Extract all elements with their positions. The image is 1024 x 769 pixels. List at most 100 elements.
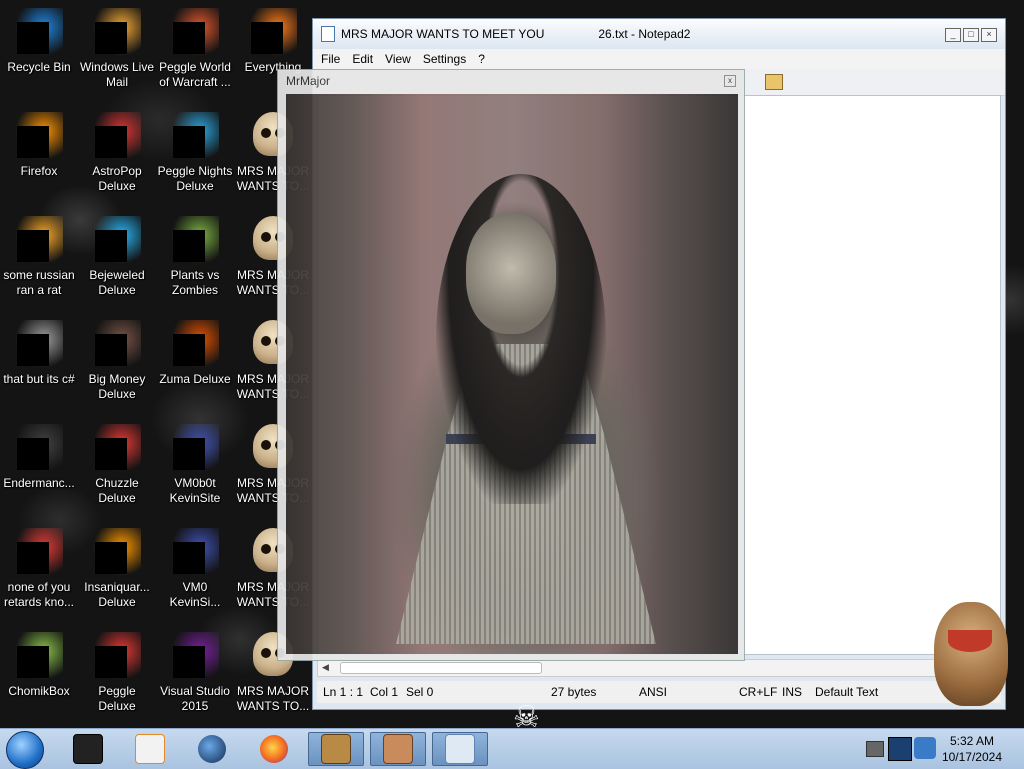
redacted-icon <box>17 646 49 678</box>
desktop-icon[interactable]: ChomikBox <box>0 626 78 699</box>
mrmajor-close-button[interactable]: x <box>724 75 736 87</box>
taskbar-app-firefox[interactable] <box>246 732 302 766</box>
desktop-icon-image <box>171 112 219 160</box>
doll-photo <box>286 94 738 654</box>
exit-icon[interactable] <box>765 74 783 90</box>
minimize-button[interactable]: _ <box>945 28 961 42</box>
desktop-icon[interactable]: Peggle Nights Deluxe <box>156 106 234 194</box>
notepad-icon <box>445 734 475 764</box>
doll-face <box>466 214 556 334</box>
desktop-icon[interactable]: Windows Live Mail <box>78 2 156 90</box>
desktop-icon-image <box>171 528 219 576</box>
redacted-icon <box>173 126 205 158</box>
redacted-icon <box>173 334 205 366</box>
clock[interactable]: 5:32 AM 10/17/2024 <box>942 733 1002 765</box>
desktop-icon[interactable]: none of you retards kno... <box>0 522 78 610</box>
desktop-icon-image <box>171 8 219 56</box>
menu-view[interactable]: View <box>385 52 411 66</box>
desktop-icon[interactable]: Firefox <box>0 106 78 179</box>
menu-settings[interactable]: Settings <box>423 52 466 66</box>
taskbar-app-box[interactable] <box>60 732 116 766</box>
desktop-icon[interactable]: Peggle World of Warcraft ... <box>156 2 234 90</box>
desktop-icon[interactable]: Chuzzle Deluxe <box>78 418 156 506</box>
desktop-icon-label: Peggle Deluxe <box>98 684 136 713</box>
desktop-icon-label: Chuzzle Deluxe <box>95 476 139 505</box>
scroll-left-icon[interactable]: ◀ <box>322 662 329 673</box>
desktop-icon-image <box>93 632 141 680</box>
redacted-icon <box>95 22 127 54</box>
desktop-icon-image <box>93 216 141 264</box>
desktop-icon[interactable]: Big Money Deluxe <box>78 314 156 402</box>
notepad-app-icon <box>321 26 335 42</box>
menu-help[interactable]: ? <box>478 52 485 66</box>
mrmajor-titlebar[interactable]: MrMajor x <box>278 70 744 92</box>
desktop-icon-label: VM0b0t KevinSite <box>169 476 221 505</box>
desktop-icon[interactable]: VM0 KevinSi... <box>156 522 234 610</box>
redacted-icon <box>17 438 49 470</box>
chomikbox-icon <box>321 734 351 764</box>
redacted-icon <box>17 542 49 574</box>
notepad-title-right: 26.txt - Notepad2 <box>598 27 691 41</box>
desktop-icon[interactable]: AstroPop Deluxe <box>78 106 156 194</box>
desktop-icon-image <box>171 632 219 680</box>
maximize-button[interactable]: □ <box>963 28 979 42</box>
taskbar-app-chomikbox[interactable] <box>308 732 364 766</box>
notepad-menubar: File Edit View Settings ? <box>313 49 1005 69</box>
taskbar-app-mrmajor[interactable] <box>370 732 426 766</box>
status-size: 27 bytes <box>551 685 597 699</box>
desktop-icon[interactable]: Plants vs Zombies <box>156 210 234 298</box>
taskbar-app-globe[interactable] <box>184 732 240 766</box>
redacted-icon <box>173 438 205 470</box>
status-position: Ln 1 : 1 <box>323 685 364 699</box>
mrmajor-window[interactable]: MrMajor x <box>277 69 745 661</box>
status-scheme: Default Text <box>815 685 879 699</box>
desktop-icon[interactable]: Endermanc... <box>0 418 78 491</box>
scroll-thumb[interactable] <box>340 662 542 674</box>
show-hidden-icons-button[interactable] <box>866 741 884 757</box>
desktop-icon[interactable]: that but its c# <box>0 314 78 387</box>
desktop-icon[interactable]: some russian ran a rat <box>0 210 78 298</box>
desktop-icon-image <box>249 8 297 56</box>
desktop-icon[interactable]: Visual Studio 2015 <box>156 626 234 714</box>
desktop-icon[interactable]: Everything <box>234 2 312 75</box>
desktop-icon-label: Big Money Deluxe <box>88 372 146 401</box>
security-icon[interactable] <box>914 737 936 759</box>
desktop-icon-image <box>15 632 63 680</box>
menu-file[interactable]: File <box>321 52 340 66</box>
desktop-icon-label: AstroPop Deluxe <box>92 164 142 193</box>
desktop-icon-image <box>15 320 63 368</box>
mrmajor-icon <box>383 734 413 764</box>
desktop-icon-label: ChomikBox <box>8 684 70 698</box>
desktop-icon[interactable]: Insaniquar... Deluxe <box>78 522 156 610</box>
firefox-icon <box>260 735 288 763</box>
desktop-icon-label: Windows Live Mail <box>79 60 155 89</box>
redacted-icon <box>173 646 205 678</box>
close-button[interactable]: × <box>981 28 997 42</box>
notepad-title-left: MRS MAJOR WANTS TO MEET YOU <box>341 27 545 41</box>
desktop-icon[interactable]: Zuma Deluxe <box>156 314 234 387</box>
desktop-icon[interactable]: VM0b0t KevinSite <box>156 418 234 506</box>
desktop-icon[interactable]: Bejeweled Deluxe <box>78 210 156 298</box>
network-icon[interactable] <box>888 737 912 761</box>
start-button[interactable] <box>6 731 44 769</box>
status-ins: INS <box>782 685 803 699</box>
redacted-icon <box>173 22 205 54</box>
desktop-icon-label: MRS MAJOR WANTS TO... <box>236 684 310 713</box>
notepad-titlebar[interactable]: MRS MAJOR WANTS TO MEET YOU 26.txt - Not… <box>313 19 1005 49</box>
menu-edit[interactable]: Edit <box>352 52 373 66</box>
globe-icon <box>198 735 226 763</box>
desktop-icon[interactable]: Recycle Bin <box>0 2 78 75</box>
redacted-icon <box>95 542 127 574</box>
taskbar-app-notepad[interactable] <box>432 732 488 766</box>
desktop-icon[interactable]: Peggle Deluxe <box>78 626 156 714</box>
taskbar-app-media[interactable] <box>122 732 178 766</box>
desktop-icon-image <box>93 8 141 56</box>
desktop-mascot <box>934 602 1008 706</box>
horizontal-scrollbar[interactable]: ◀ <box>317 659 1001 677</box>
desktop-icon-image <box>15 8 63 56</box>
status-eol: CR+LF <box>739 685 778 699</box>
desktop-icon-label: Plants vs Zombies <box>170 268 220 297</box>
desktop-icon-label: VM0 KevinSi... <box>169 580 221 609</box>
desktop-icon-label: that but its c# <box>3 372 75 386</box>
desktop-icon-label: Endermanc... <box>3 476 75 490</box>
